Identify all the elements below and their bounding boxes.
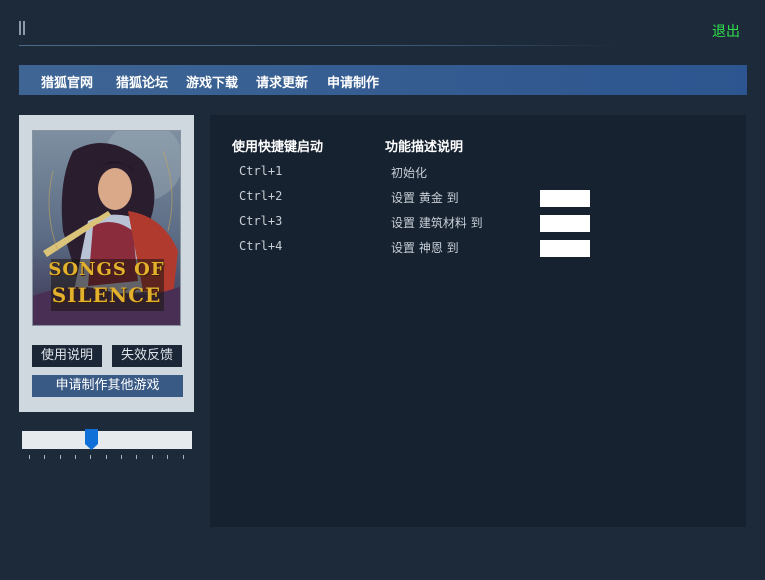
nav-item-forum[interactable]: 猎狐论坛 bbox=[116, 72, 168, 91]
building-material-value-input[interactable] bbox=[540, 215, 590, 232]
hotkey-panel bbox=[210, 115, 746, 527]
nav-item-official-site[interactable]: 猎狐官网 bbox=[41, 72, 93, 91]
description-column-header: 功能描述说明 bbox=[385, 140, 464, 155]
game-cover-image: SONGS OF SILENCE bbox=[32, 130, 181, 326]
opacity-slider-track[interactable] bbox=[22, 431, 192, 449]
nav-item-request-update[interactable]: 请求更新 bbox=[256, 72, 308, 91]
slider-tick bbox=[44, 455, 45, 459]
game-info-card: SONGS OF SILENCE 使用说明 失效反馈 申请制作其他游戏 bbox=[19, 115, 194, 412]
exit-button[interactable]: 退出 bbox=[712, 21, 740, 41]
title-divider bbox=[19, 45, 619, 46]
slider-tick bbox=[29, 455, 30, 459]
game-logo-line2: SILENCE bbox=[51, 283, 162, 307]
hotkey-label: Ctrl+4 bbox=[239, 239, 283, 253]
slider-ticks bbox=[22, 455, 192, 459]
function-description: 设置 建筑材料 到 bbox=[391, 216, 483, 230]
top-nav-bar: 猎狐官网 猎狐论坛 游戏下载 请求更新 申请制作 bbox=[19, 65, 747, 95]
slider-tick bbox=[167, 455, 168, 459]
help-button[interactable]: 使用说明 bbox=[32, 345, 102, 367]
hotkey-column-header: 使用快捷键启动 bbox=[232, 140, 324, 155]
game-logo-line1: SONGS OF bbox=[48, 259, 165, 280]
hotkey-label: Ctrl+3 bbox=[239, 214, 283, 228]
slider-tick bbox=[152, 455, 153, 459]
function-description: 初始化 bbox=[391, 166, 428, 180]
slider-tick bbox=[121, 455, 122, 459]
nav-item-game-download[interactable]: 游戏下载 bbox=[186, 72, 238, 91]
slider-tick bbox=[60, 455, 61, 459]
drag-handle-icon[interactable] bbox=[19, 21, 25, 35]
slider-tick bbox=[183, 455, 184, 459]
hotkey-label: Ctrl+2 bbox=[239, 189, 283, 203]
gold-value-input[interactable] bbox=[540, 190, 590, 207]
divine-favor-value-input[interactable] bbox=[540, 240, 590, 257]
slider-tick bbox=[90, 455, 91, 459]
nav-item-apply-make[interactable]: 申请制作 bbox=[327, 72, 379, 91]
hotkey-label: Ctrl+1 bbox=[239, 164, 283, 178]
feedback-button[interactable]: 失效反馈 bbox=[112, 345, 182, 367]
slider-tick bbox=[75, 455, 76, 459]
request-other-game-button[interactable]: 申请制作其他游戏 bbox=[32, 375, 183, 397]
slider-thumb[interactable] bbox=[85, 429, 98, 450]
function-description: 设置 黄金 到 bbox=[391, 191, 459, 205]
slider-tick bbox=[136, 455, 137, 459]
slider-tick bbox=[106, 455, 107, 459]
function-description: 设置 神恩 到 bbox=[391, 241, 459, 255]
